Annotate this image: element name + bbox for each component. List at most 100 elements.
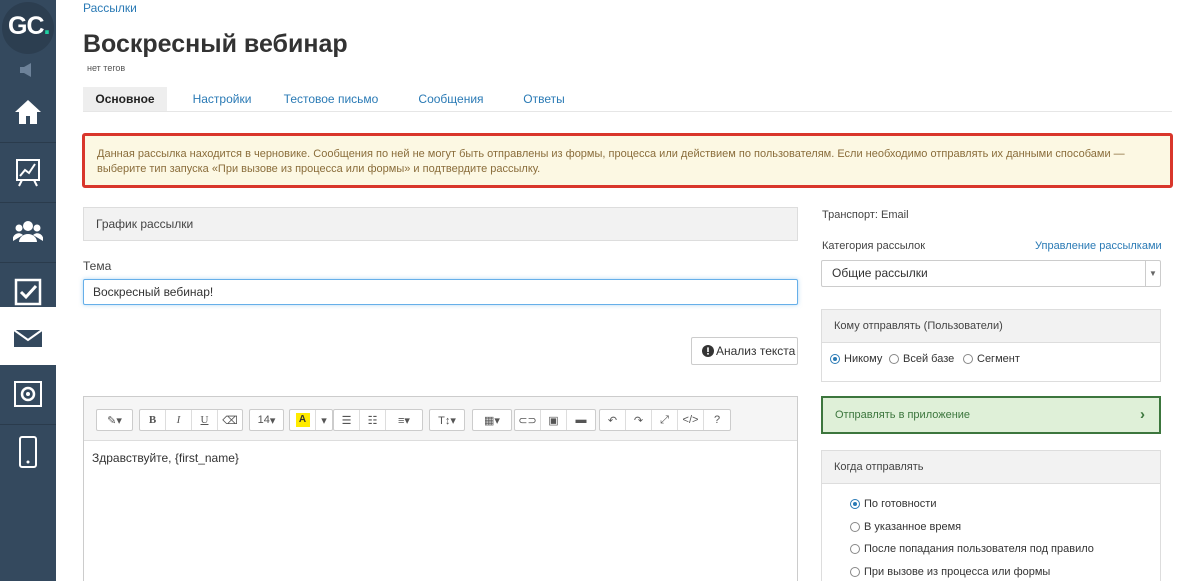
text-color-icon[interactable]: A (290, 410, 316, 430)
recipient-option-nobody[interactable]: Никому (830, 353, 882, 365)
when-title: Когда отправлять (822, 451, 1160, 484)
radio-icon (889, 354, 899, 364)
category-label: Категория рассылок (822, 240, 926, 252)
toolbar-group-table: ▦▾ (472, 409, 512, 431)
link-icon[interactable]: ⊂⊃ (515, 410, 541, 430)
option-label: Сегмент (977, 353, 1020, 365)
toolbar-group-size: 14 ▾ (249, 409, 284, 431)
chevron-right-icon: › (1140, 406, 1145, 423)
draft-warning-alert: Данная рассылка находится в черновике. С… (82, 133, 1173, 188)
when-panel: Когда отправлять По готовности В указанн… (821, 450, 1161, 581)
line-height-icon[interactable]: T↕▾ (430, 410, 464, 430)
align-dropdown-icon[interactable]: ≡▾ (386, 410, 422, 430)
users-icon (13, 221, 43, 242)
toolbar-group-font: B I U ⌫ (139, 409, 243, 431)
code-view-icon[interactable]: </> (678, 410, 704, 430)
option-label: По готовности (864, 498, 937, 510)
font-size-dropdown[interactable]: 14 ▾ (250, 410, 283, 430)
phone-icon (19, 436, 37, 468)
when-option-rule[interactable]: После попадания пользователя под правило (850, 543, 1094, 555)
option-label: Всей базе (903, 353, 955, 365)
radio-icon (963, 354, 973, 364)
recipients-title: Кому отправлять (Пользователи) (822, 310, 1160, 343)
message-editor: ✎▾ B I U ⌫ 14▾ A ▾ ☰ ☷ ≡▾ T↕▾ ▦▾ ⊂⊃ ▣ ▬ (83, 396, 798, 581)
font-size-value: 14 (257, 414, 270, 426)
fullscreen-icon[interactable]: ⤢ (652, 410, 678, 430)
breadcrumb[interactable]: Рассылки (83, 1, 137, 15)
tab-settings[interactable]: Настройки (179, 87, 265, 111)
bold-icon[interactable]: B (140, 410, 166, 430)
logo-dot: . (43, 12, 51, 40)
sidebar-item-mobile[interactable] (0, 421, 56, 481)
table-icon[interactable]: ▦▾ (473, 410, 511, 430)
sidebar-item-analytics[interactable] (0, 143, 56, 203)
exclamation-circle-icon (702, 345, 714, 357)
logo[interactable]: GC. (0, 0, 56, 56)
transport-text: Транспорт: Email (822, 209, 909, 221)
tags-text: нет тегов (87, 63, 126, 73)
subject-label: Тема (83, 259, 112, 273)
schedule-panel-header[interactable]: График рассылки (83, 207, 798, 241)
when-option-process[interactable]: При вызове из процесса или формы (850, 566, 1050, 578)
tab-messages[interactable]: Сообщения (409, 87, 493, 111)
send-to-app-panel[interactable]: Отправлять в приложение › (821, 396, 1161, 434)
option-label: Никому (844, 353, 883, 365)
radio-icon (850, 544, 860, 554)
option-label: При вызове из процесса или формы (864, 566, 1051, 578)
tab-test-letter[interactable]: Тестовое письмо (279, 87, 383, 111)
video-icon[interactable]: ▬ (567, 410, 595, 430)
tab-bar: Основное Настройки Тестовое письмо Сообщ… (83, 87, 1172, 112)
underline-icon[interactable]: U (192, 410, 218, 430)
gear-icon (14, 381, 42, 407)
sidebar: GC. (0, 0, 56, 581)
redo-icon[interactable]: ↷ (626, 410, 652, 430)
radio-icon (850, 567, 860, 577)
sidebar-item-home[interactable] (0, 83, 56, 143)
when-option-scheduled[interactable]: В указанное время (850, 521, 961, 533)
magic-wand-icon[interactable]: ✎▾ (97, 410, 132, 430)
chevron-down-icon: ▼ (1145, 261, 1160, 286)
tab-main[interactable]: Основное (83, 87, 167, 111)
chart-icon (16, 159, 40, 187)
sidebar-item-settings[interactable] (0, 365, 56, 425)
toolbar-group-insert: ⊂⊃ ▣ ▬ (514, 409, 596, 431)
megaphone-icon[interactable] (0, 60, 56, 80)
sidebar-item-mail[interactable] (0, 307, 56, 365)
numbered-list-icon[interactable]: ☷ (360, 410, 386, 430)
send-to-app-label: Отправлять в приложение (835, 409, 971, 421)
manage-categories-link[interactable]: Управление рассылками (1035, 240, 1162, 252)
help-icon[interactable]: ? (704, 410, 730, 430)
sidebar-item-users[interactable] (0, 203, 56, 263)
checkbox-icon (14, 278, 42, 306)
radio-icon (830, 354, 840, 364)
radio-icon (850, 522, 860, 532)
toolbar-group-lineheight: T↕▾ (429, 409, 465, 431)
logo-main: GC (8, 12, 44, 40)
tab-replies[interactable]: Ответы (513, 87, 575, 111)
editor-toolbar: ✎▾ B I U ⌫ 14▾ A ▾ ☰ ☷ ≡▾ T↕▾ ▦▾ ⊂⊃ ▣ ▬ (84, 397, 797, 441)
page-title: Воскресный вебинар (83, 30, 348, 58)
mail-icon (13, 329, 43, 347)
recipients-panel: Кому отправлять (Пользователи) Никому Вс… (821, 309, 1161, 382)
recipient-option-all[interactable]: Всей базе (889, 353, 954, 365)
when-option-ready[interactable]: По готовности (850, 498, 936, 510)
subject-input[interactable] (83, 279, 798, 305)
italic-icon[interactable]: I (166, 410, 192, 430)
eraser-icon[interactable]: ⌫ (218, 410, 242, 430)
analyze-text-label: Анализ текста (716, 344, 796, 358)
color-dropdown-icon[interactable]: ▾ (316, 410, 332, 430)
image-icon[interactable]: ▣ (541, 410, 567, 430)
radio-icon (850, 499, 860, 509)
recipient-option-segment[interactable]: Сегмент (963, 353, 1020, 365)
toolbar-group-lists: ☰ ☷ ≡▾ (333, 409, 423, 431)
option-label: В указанное время (864, 521, 962, 533)
option-label: После попадания пользователя под правило (864, 543, 1094, 555)
category-selected: Общие рассылки (832, 266, 928, 280)
logo-text: GC. (8, 12, 51, 41)
editor-content[interactable]: Здравствуйте, {first_name} (92, 451, 239, 465)
analyze-text-button[interactable]: Анализ текста (691, 337, 798, 365)
category-select[interactable]: Общие рассылки ▼ (821, 260, 1161, 287)
undo-icon[interactable]: ↶ (600, 410, 626, 430)
toolbar-group-color: A ▾ (289, 409, 333, 431)
bullet-list-icon[interactable]: ☰ (334, 410, 360, 430)
